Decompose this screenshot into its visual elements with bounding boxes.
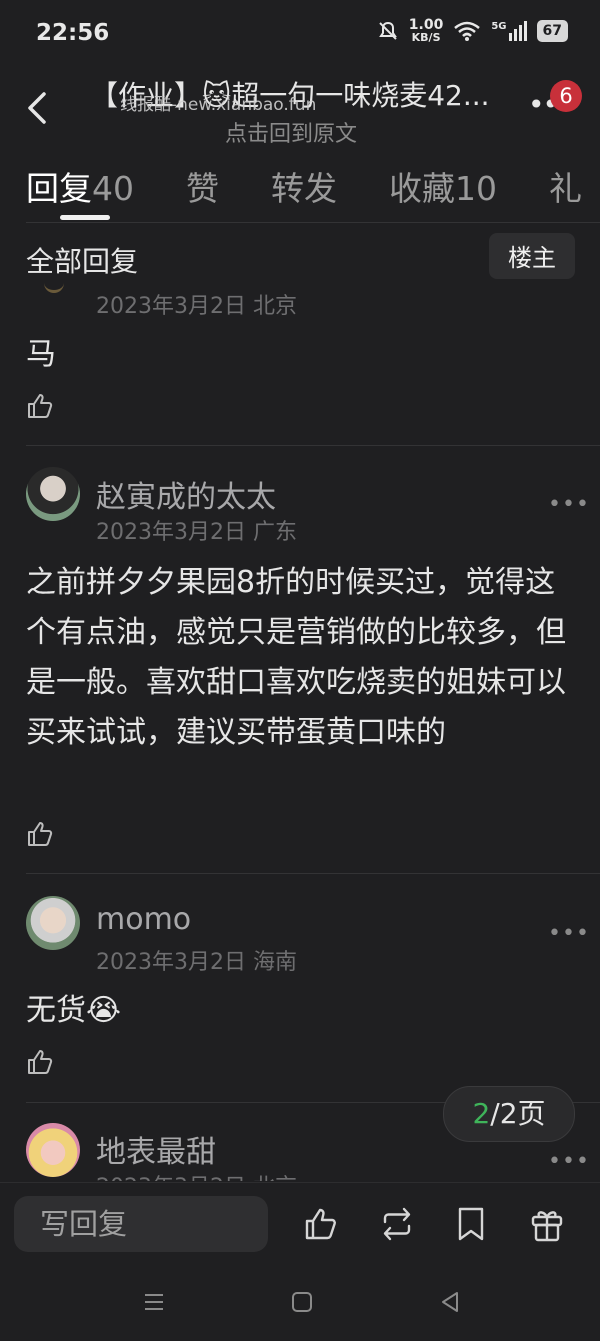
- floor-owner-filter-button[interactable]: 楼主: [489, 233, 575, 279]
- net-speed: 1.00 KB/S: [409, 18, 444, 43]
- home-nav-icon[interactable]: [290, 1290, 314, 1318]
- tab-label: 礼: [549, 169, 582, 208]
- battery-icon: 67: [536, 19, 568, 42]
- status-bar: 22:56 1.00 KB/S 5G 67: [0, 0, 600, 70]
- section-title: 全部回复: [26, 245, 139, 278]
- back-nav-icon[interactable]: [438, 1290, 462, 1318]
- comment-meta: 2023年3月2日 广东: [96, 520, 297, 545]
- active-tab-indicator: [60, 215, 110, 220]
- notification-badge: 6: [550, 80, 582, 112]
- more-options-icon[interactable]: •••: [548, 492, 590, 517]
- tab-count: 40: [92, 169, 134, 208]
- pagination-indicator[interactable]: 2/2页: [443, 1086, 575, 1142]
- tab-label: 回复: [26, 169, 92, 208]
- comment-username[interactable]: 赵寅成的太太: [96, 472, 276, 516]
- bookmark-icon[interactable]: [456, 1206, 486, 1242]
- comment-meta: 2023年3月2日 北京: [96, 1169, 297, 1181]
- divider: [26, 445, 600, 446]
- network-type: 5G: [491, 20, 507, 32]
- tab-count: 10: [455, 169, 497, 208]
- like-icon[interactable]: [303, 1206, 339, 1242]
- net-speed-value: 1.00: [408, 17, 444, 33]
- comment-meta: 2023年3月2日 北京: [96, 294, 297, 319]
- mute-icon: [378, 21, 397, 40]
- repost-icon[interactable]: [377, 1206, 417, 1242]
- tab-favorites[interactable]: 收藏10: [389, 162, 497, 212]
- avatar[interactable]: [26, 1123, 80, 1177]
- comment-username[interactable]: momo: [96, 902, 191, 937]
- avatar[interactable]: [26, 896, 80, 950]
- divider: [26, 873, 600, 874]
- wifi-icon: [454, 21, 481, 41]
- cell-signal-icon: 5G: [491, 20, 527, 41]
- reply-input[interactable]: 写回复: [14, 1196, 268, 1252]
- back-to-original-link[interactable]: 点击回到原文: [225, 116, 357, 148]
- tab-label: 赞: [186, 169, 219, 208]
- comment-content: 马: [26, 337, 56, 372]
- comment-username[interactable]: 地表最甜: [96, 1127, 216, 1171]
- comment-content: 之前拼夕夕果园8折的时候买过，觉得这个有点油，感觉只是营销做的比较多，但是一般。…: [26, 565, 566, 750]
- tab-replies[interactable]: 回复40: [26, 162, 134, 212]
- avatar[interactable]: [26, 467, 80, 521]
- like-icon[interactable]: [26, 1048, 54, 1076]
- like-icon[interactable]: [26, 392, 54, 420]
- total-pages: /2页: [490, 1097, 546, 1130]
- back-icon[interactable]: [20, 88, 60, 128]
- tab-bar: 回复40 赞 转发 收藏10 礼: [26, 162, 600, 212]
- tab-label: 收藏: [389, 169, 455, 208]
- gift-icon[interactable]: [530, 1205, 564, 1243]
- comment-content: 无货😭: [26, 993, 122, 1028]
- tab-gifts[interactable]: 礼: [549, 162, 582, 212]
- tab-reposts[interactable]: 转发: [271, 162, 337, 212]
- more-options-icon[interactable]: •••: [548, 921, 590, 946]
- divider: [26, 222, 600, 223]
- like-icon[interactable]: [26, 820, 54, 848]
- status-time: 22:56: [36, 20, 110, 46]
- net-speed-unit: KB/S: [411, 31, 441, 44]
- watermark-text: 线报酷-new.xianbao.fun: [120, 95, 317, 115]
- tab-likes[interactable]: 赞: [186, 162, 219, 212]
- current-page: 2: [472, 1097, 491, 1130]
- menu-nav-icon[interactable]: [142, 1290, 166, 1318]
- avatar[interactable]: [44, 280, 64, 293]
- comment-meta: 2023年3月2日 海南: [96, 950, 297, 975]
- tab-label: 转发: [271, 169, 337, 208]
- more-options-icon[interactable]: •••: [548, 1149, 590, 1174]
- status-icons: 1.00 KB/S 5G 67: [377, 18, 568, 43]
